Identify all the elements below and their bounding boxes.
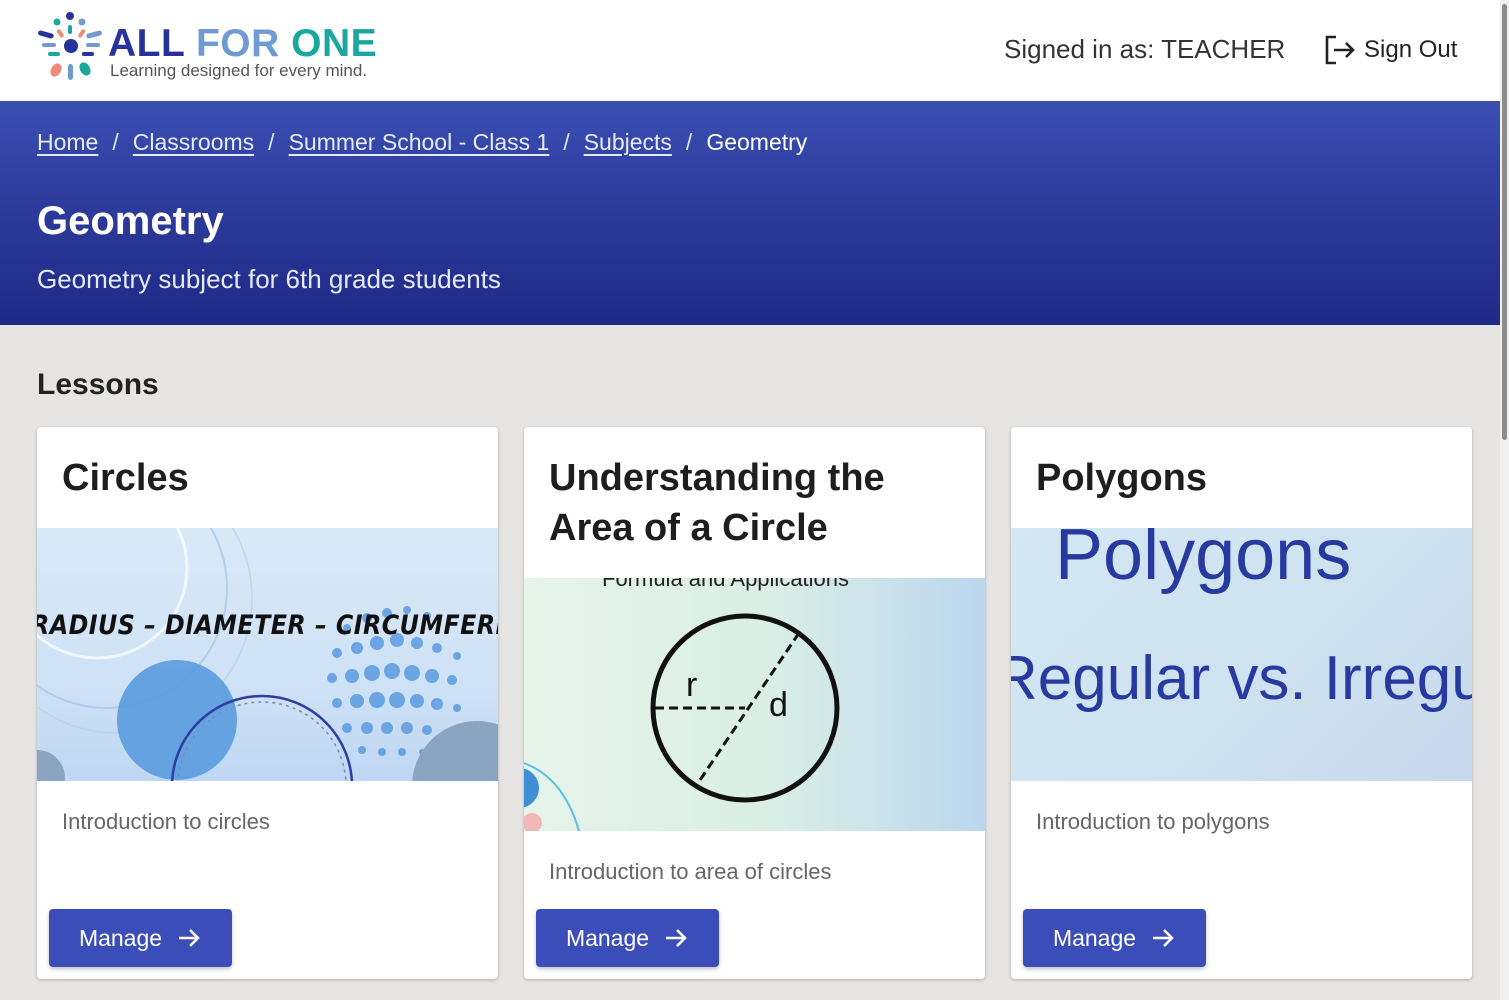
sign-out-button[interactable]: Sign Out	[1322, 30, 1457, 70]
page-subtitle: Geometry subject for 6th grade students	[37, 264, 501, 294]
logo-word-one: ONE	[291, 22, 378, 65]
breadcrumb-home[interactable]: Home	[37, 129, 98, 156]
lesson-description: Introduction to area of circles	[549, 859, 832, 884]
lesson-image: RADIUS – DIAMETER – CIRCUMFERENCE	[37, 528, 498, 781]
lesson-title: Understanding the Area of a Circle	[549, 457, 885, 549]
breadcrumb-separator: /	[268, 129, 275, 155]
arrow-right-icon	[179, 929, 200, 947]
lesson-description: Introduction to polygons	[1036, 809, 1270, 834]
logo-word-for: FOR	[195, 22, 280, 65]
lesson-image-subtext: Regular vs. Irregular	[1011, 644, 1472, 713]
manage-button-label: Manage	[565, 924, 650, 951]
breadcrumb-separator: /	[112, 129, 119, 155]
manage-button[interactable]: Manage	[536, 909, 719, 967]
lesson-image: Polygons Regular vs. Irregular	[1011, 528, 1472, 781]
lesson-card-area-of-circle: Understanding the Area of a Circle Formu…	[524, 427, 985, 979]
lesson-card-polygons: Polygons Polygons Regular vs. Irregular …	[1011, 427, 1472, 979]
logout-icon	[1325, 35, 1355, 65]
breadcrumb-classroom[interactable]: Summer School - Class 1	[289, 129, 550, 156]
breadcrumb-current: Geometry	[706, 129, 808, 155]
sign-out-label: Sign Out	[1364, 36, 1458, 63]
lesson-description: Introduction to circles	[62, 809, 270, 834]
logo-word-all: ALL	[108, 22, 185, 65]
lesson-card-circles: Circles RADIUS – DIAMETER – CIRCUMFERENC…	[37, 427, 498, 979]
arrow-right-icon	[666, 929, 687, 947]
lesson-image-text: Polygons	[1055, 528, 1352, 595]
page-title: Geometry	[37, 199, 224, 243]
manage-button[interactable]: Manage	[1023, 909, 1206, 967]
logo-tagline: Learning designed for every mind.	[110, 61, 368, 80]
radius-label: r	[686, 666, 698, 704]
diameter-label: d	[769, 686, 788, 724]
breadcrumb: Home / Classrooms / Summer School - Clas…	[37, 129, 807, 156]
scrollbar-thumb[interactable]	[1502, 4, 1507, 440]
lessons-heading: Lessons	[37, 368, 159, 401]
breadcrumb-separator: /	[563, 129, 570, 155]
app-logo[interactable]: ALL FOR ONE Learning designed for every …	[36, 10, 406, 84]
breadcrumb-separator: /	[685, 129, 693, 155]
signed-in-status: Signed in as: TEACHER	[1004, 34, 1286, 64]
breadcrumb-subjects[interactable]: Subjects	[584, 129, 672, 156]
lesson-image-text: RADIUS – DIAMETER – CIRCUMFERENCE	[37, 610, 498, 641]
page-scrollbar[interactable]	[1500, 0, 1509, 1000]
circle-diagram-illustration	[524, 613, 840, 831]
breadcrumb-classrooms[interactable]: Classrooms	[133, 129, 254, 156]
lesson-image: Formula and Applications r d	[524, 578, 985, 831]
subject-hero: Home / Classrooms / Summer School - Clas…	[0, 101, 1500, 325]
logo-burst-icon	[38, 12, 102, 80]
manage-button[interactable]: Manage	[49, 909, 232, 967]
arrow-right-icon	[1153, 929, 1174, 947]
manage-button-label: Manage	[78, 924, 163, 951]
lesson-title: Polygons	[1036, 457, 1208, 499]
lesson-title: Circles	[62, 457, 189, 499]
manage-button-label: Manage	[1052, 924, 1137, 951]
top-bar: ALL FOR ONE Learning designed for every …	[0, 0, 1500, 101]
circles-illustration	[37, 528, 498, 781]
logo-title: ALL FOR ONE	[108, 24, 377, 64]
